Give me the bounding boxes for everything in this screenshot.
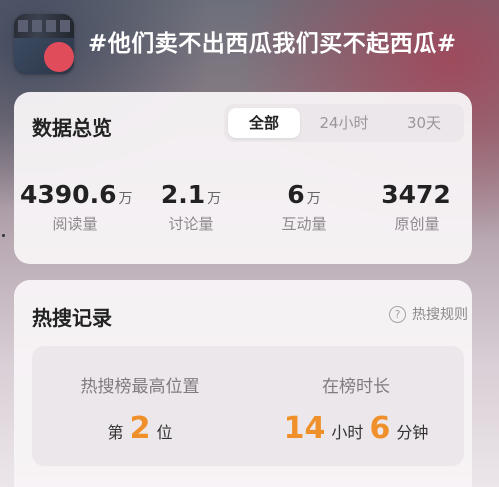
thumbnail-strip <box>14 14 74 38</box>
stat-value: 6万 <box>249 180 359 209</box>
peak-position-value: 第2位 <box>32 411 248 446</box>
peak-suffix: 位 <box>156 423 173 442</box>
watermelon-graphic <box>44 42 74 72</box>
stat-unit: 万 <box>306 191 321 207</box>
stat-reads: 4390.6 万 阅读量 <box>20 180 133 234</box>
stat-value: 3472 <box>362 180 472 209</box>
hot-search-rules-link[interactable]: ? 热搜规则 <box>389 304 468 324</box>
stat-number: 4390.6 <box>20 180 117 209</box>
tab-all[interactable]: 全部 <box>228 108 300 138</box>
duration-hours-unit: 小时 <box>331 423 364 442</box>
stat-label: 互动量 <box>281 215 327 233</box>
topic-header: #他们卖不出西瓜我们买不起西瓜# <box>0 0 499 84</box>
stat-label: 讨论量 <box>168 215 214 233</box>
hot-search-card: 热搜记录 ? 热搜规则 热搜榜最高位置 第2位 在榜时长 14 小时 6 分钟 <box>14 280 472 487</box>
tab-30d[interactable]: 30天 <box>388 108 460 138</box>
peak-prefix: 第 <box>107 423 124 442</box>
stat-number: 6 <box>287 180 305 209</box>
peak-position: 热搜榜最高位置 第2位 <box>32 372 248 446</box>
overview-title: 数据总览 <box>32 116 112 140</box>
stat-label: 阅读量 <box>52 215 98 233</box>
peak-number: 2 <box>129 411 151 446</box>
hot-search-metrics: 热搜榜最高位置 第2位 在榜时长 14 小时 6 分钟 <box>32 346 464 466</box>
stat-number: 3472 <box>381 180 451 209</box>
question-circle-icon: ? <box>389 305 406 323</box>
hot-search-title: 热搜记录 <box>32 306 112 330</box>
stat-interactions: 6万 互动量 <box>249 180 359 234</box>
stat-value: 4390.6 万 <box>20 180 133 209</box>
topic-thumbnail-image[interactable] <box>14 14 74 74</box>
stat-label: 原创量 <box>394 215 440 233</box>
data-overview-card: 数据总览 全部 24小时 30天 4390.6 万 阅读量 2.1 万 讨论量 6万… <box>14 92 472 264</box>
time-range-tabs: 全部 24小时 30天 <box>224 104 464 142</box>
tab-24h[interactable]: 24小时 <box>304 108 384 138</box>
decorative-dot <box>2 234 5 237</box>
stat-value: 2.1 万 <box>136 180 246 209</box>
time-on-list-label: 在榜时长 <box>322 377 390 397</box>
time-on-list-value: 14 小时 6 分钟 <box>248 411 464 446</box>
stat-originals: 3472 原创量 <box>362 180 472 234</box>
duration-minutes-unit: 分钟 <box>396 423 429 442</box>
rules-label: 热搜规则 <box>412 307 468 323</box>
topic-title[interactable]: #他们卖不出西瓜我们买不起西瓜# <box>88 24 457 58</box>
stat-number: 2.1 <box>160 180 206 209</box>
time-on-list: 在榜时长 14 小时 6 分钟 <box>248 372 464 446</box>
stat-discussions: 2.1 万 讨论量 <box>136 180 246 234</box>
duration-hours: 14 <box>283 411 326 446</box>
stat-unit: 万 <box>118 191 133 207</box>
stat-unit: 万 <box>207 191 222 207</box>
duration-minutes: 6 <box>369 411 391 446</box>
peak-position-label: 热搜榜最高位置 <box>80 377 200 397</box>
